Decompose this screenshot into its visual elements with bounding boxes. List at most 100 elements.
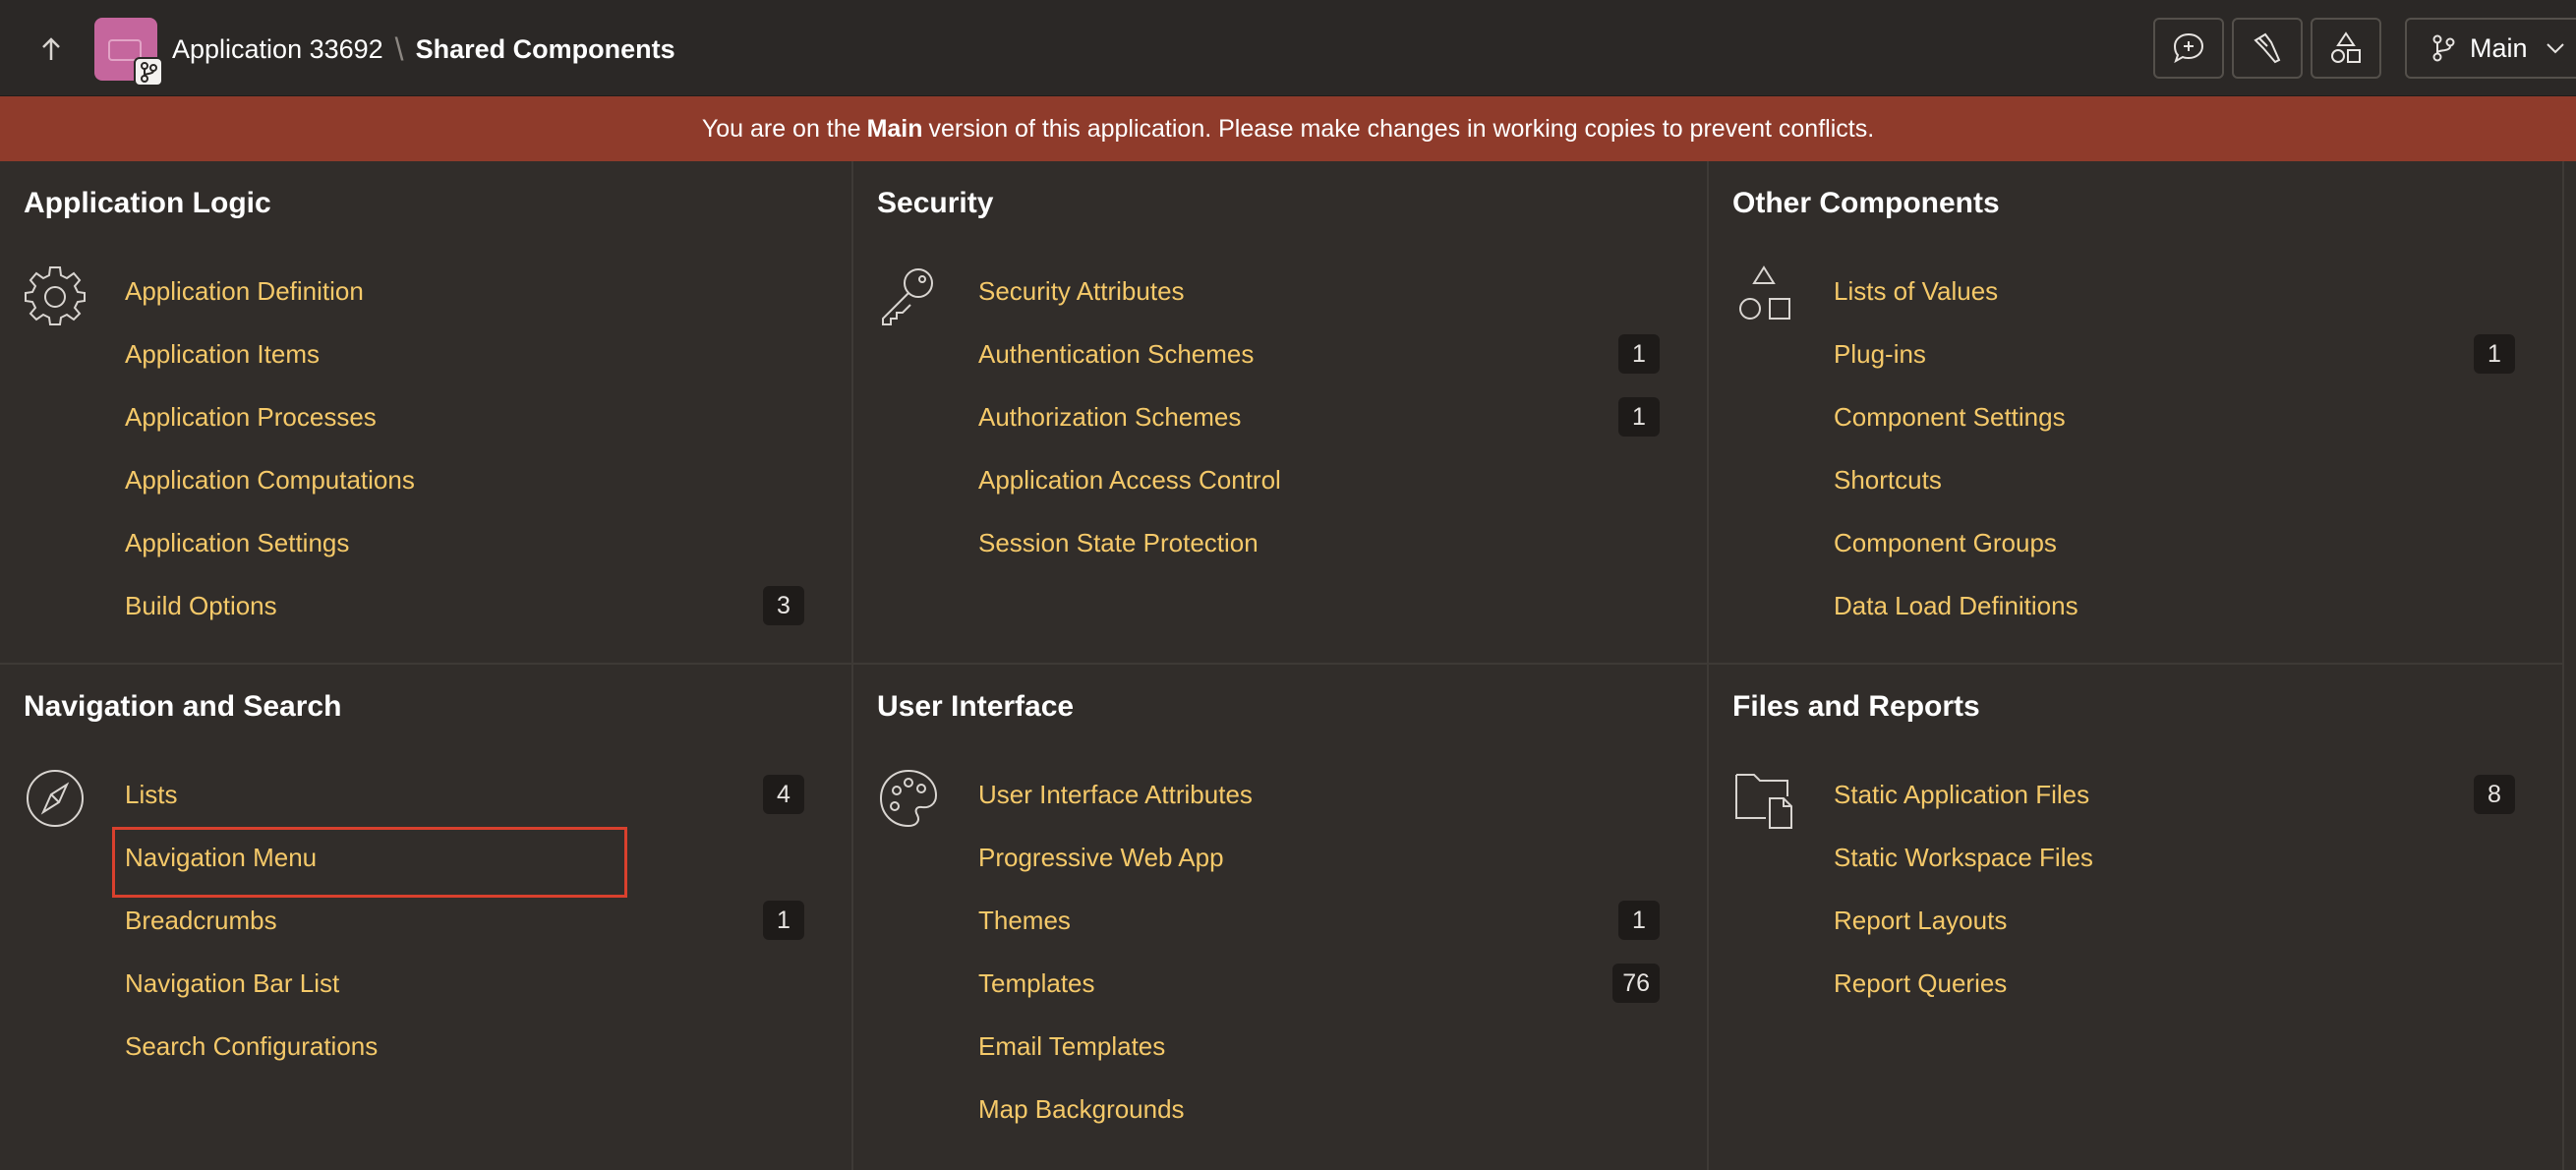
- list-item: Data Load Definitions: [1709, 574, 2562, 637]
- list-item: Search Configurations: [0, 1015, 851, 1078]
- section-title: Application Logic: [24, 187, 271, 219]
- list-item: Component Settings: [1709, 385, 2562, 448]
- list-item: Shortcuts: [1709, 448, 2562, 511]
- link-navigation-menu[interactable]: Navigation Menu: [125, 843, 317, 873]
- link-application-computations[interactable]: Application Computations: [125, 465, 415, 496]
- section-security: Security Security Attributes Authenticat…: [853, 161, 1709, 665]
- link-themes[interactable]: Themes: [978, 906, 1071, 936]
- list-item: Session State Protection: [853, 511, 1707, 574]
- list-item: Build Options 3: [0, 574, 851, 637]
- link-session-state-protection[interactable]: Session State Protection: [978, 528, 1259, 558]
- section-title: User Interface: [877, 690, 1075, 723]
- list-item: Map Backgrounds: [853, 1078, 1707, 1141]
- list-item: Security Attributes: [853, 260, 1707, 322]
- list-item: Email Templates: [853, 1015, 1707, 1078]
- section-title: Navigation and Search: [24, 690, 342, 723]
- section-files-and-reports: Files and Reports Static Application Fil…: [1709, 665, 2564, 1170]
- branch-selector[interactable]: Main: [2405, 18, 2576, 79]
- list-item: Breadcrumbs 1: [0, 889, 851, 952]
- main-version-banner: You are on the Main version of this appl…: [0, 96, 2576, 161]
- link-security-attributes[interactable]: Security Attributes: [978, 276, 1185, 307]
- link-user-interface-attributes[interactable]: User Interface Attributes: [978, 780, 1253, 810]
- section-navigation-and-search: Navigation and Search Lists 4 Navigation …: [0, 665, 853, 1170]
- link-templates[interactable]: Templates: [978, 968, 1095, 999]
- section-links: Lists of Values Plug-ins 1 Component Sett…: [1709, 260, 2562, 637]
- link-component-settings[interactable]: Component Settings: [1834, 402, 2066, 433]
- link-email-templates[interactable]: Email Templates: [978, 1031, 1165, 1062]
- arrow-up-icon: [42, 37, 60, 60]
- list-item: Application Computations: [0, 448, 851, 511]
- list-item: User Interface Attributes: [853, 763, 1707, 826]
- section-user-interface: User Interface User Interface Attributes…: [853, 665, 1709, 1170]
- shared-components-button[interactable]: [2311, 18, 2381, 79]
- count-badge: 1: [763, 901, 804, 940]
- link-shortcuts[interactable]: Shortcuts: [1834, 465, 1942, 496]
- count-badge: 4: [763, 775, 804, 814]
- comment-button[interactable]: [2153, 18, 2224, 79]
- list-item: Static Workspace Files: [1709, 826, 2562, 889]
- link-authorization-schemes[interactable]: Authorization Schemes: [978, 402, 1241, 433]
- branch-badge-icon: [134, 57, 163, 87]
- link-component-groups[interactable]: Component Groups: [1834, 528, 2057, 558]
- list-item: Report Layouts: [1709, 889, 2562, 952]
- count-badge: 1: [1618, 901, 1660, 940]
- list-item: Lists 4: [0, 763, 851, 826]
- count-badge: 76: [1612, 964, 1660, 1003]
- link-application-items[interactable]: Application Items: [125, 339, 320, 370]
- link-authentication-schemes[interactable]: Authentication Schemes: [978, 339, 1254, 370]
- link-lists[interactable]: Lists: [125, 780, 177, 810]
- link-report-layouts[interactable]: Report Layouts: [1834, 906, 2007, 936]
- list-item: Progressive Web App: [853, 826, 1707, 889]
- banner-suffix: version of this application. Please make…: [928, 114, 1875, 143]
- section-other-components: Other Components Lists of Values Plug-in…: [1709, 161, 2564, 665]
- list-item: Templates 76: [853, 952, 1707, 1015]
- link-application-settings[interactable]: Application Settings: [125, 528, 349, 558]
- list-item: Component Groups: [1709, 511, 2562, 574]
- banner-prefix: You are on the: [701, 114, 861, 143]
- section-links: Static Application Files 8 Static Workspa…: [1709, 763, 2562, 1015]
- list-item: Authentication Schemes 1: [853, 322, 1707, 385]
- link-plug-ins[interactable]: Plug-ins: [1834, 339, 1926, 370]
- link-build-options[interactable]: Build Options: [125, 591, 277, 621]
- page-title: Shared Components: [415, 33, 675, 64]
- section-title: Security: [877, 187, 994, 219]
- link-application-processes[interactable]: Application Processes: [125, 402, 377, 433]
- link-report-queries[interactable]: Report Queries: [1834, 968, 2007, 999]
- banner-branch-name: Main: [866, 114, 923, 143]
- section-links: Lists 4 Navigation Menu Breadcrumbs 1 Navi…: [0, 763, 851, 1078]
- git-branch-icon: [2432, 34, 2455, 62]
- list-item: Application Settings: [0, 511, 851, 574]
- count-badge: 1: [1618, 397, 1660, 437]
- up-arrow-button[interactable]: [22, 24, 81, 75]
- list-item: Application Access Control: [853, 448, 1707, 511]
- link-search-configurations[interactable]: Search Configurations: [125, 1031, 378, 1062]
- flashlight-icon: [2254, 32, 2281, 64]
- link-navigation-bar-list[interactable]: Navigation Bar List: [125, 968, 339, 999]
- application-icon[interactable]: [94, 18, 163, 87]
- link-static-application-files[interactable]: Static Application Files: [1834, 780, 2089, 810]
- link-lists-of-values[interactable]: Lists of Values: [1834, 276, 1998, 307]
- list-item: Application Processes: [0, 385, 851, 448]
- link-breadcrumbs[interactable]: Breadcrumbs: [125, 906, 277, 936]
- branch-label: Main: [2470, 32, 2528, 63]
- link-application-access-control[interactable]: Application Access Control: [978, 465, 1281, 496]
- section-links: Application Definition Application Items…: [0, 260, 851, 637]
- link-application-definition[interactable]: Application Definition: [125, 276, 364, 307]
- shapes-icon: [2331, 31, 2361, 63]
- list-item: Themes 1: [853, 889, 1707, 952]
- link-static-workspace-files[interactable]: Static Workspace Files: [1834, 843, 2093, 873]
- link-map-backgrounds[interactable]: Map Backgrounds: [978, 1094, 1185, 1125]
- breadcrumb-application[interactable]: Application 33692: [172, 34, 383, 65]
- flashlight-button[interactable]: [2232, 18, 2303, 79]
- link-data-load-definitions[interactable]: Data Load Definitions: [1834, 591, 2078, 621]
- link-progressive-web-app[interactable]: Progressive Web App: [978, 843, 1224, 873]
- section-links: User Interface Attributes Progressive We…: [853, 763, 1707, 1141]
- list-item: Navigation Menu: [0, 826, 851, 889]
- section-application-logic: Application Logic Application Definition…: [0, 161, 853, 665]
- list-item: Plug-ins 1: [1709, 322, 2562, 385]
- count-badge: 1: [2474, 334, 2515, 374]
- list-item: Navigation Bar List: [0, 952, 851, 1015]
- section-title: Other Components: [1732, 187, 2000, 219]
- breadcrumb-separator: \: [394, 30, 404, 67]
- top-bar: Application 33692 \ Shared Components Ma…: [0, 0, 2576, 96]
